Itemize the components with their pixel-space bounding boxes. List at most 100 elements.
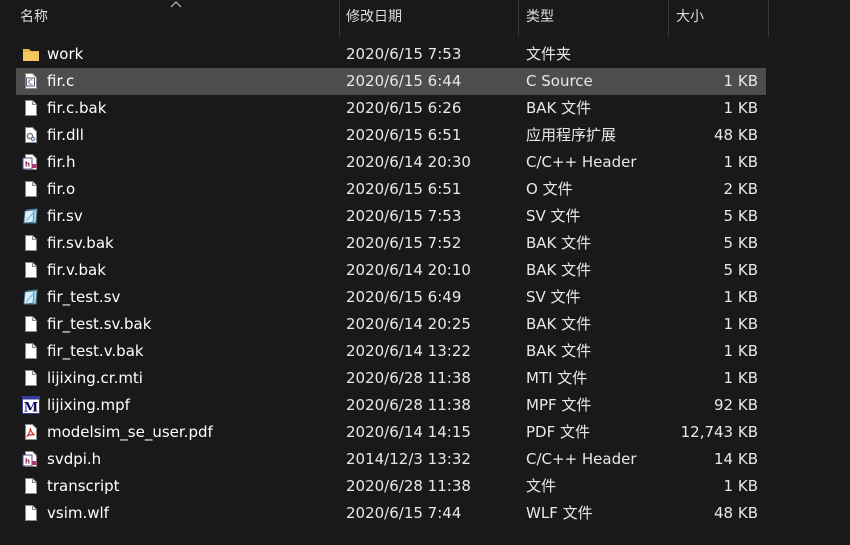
file-size: 1 KB [723, 72, 758, 90]
file-date-modified: 2020/6/14 20:10 [346, 261, 471, 279]
file-type: SV 文件 [526, 288, 581, 306]
file-size: 1 KB [723, 288, 758, 306]
file-name: fir.v.bak [47, 261, 106, 279]
modelsim-project-icon: M [22, 392, 40, 419]
file-row[interactable]: fir.dll 2020/6/15 6:51 应用程序扩展 48 KB [16, 122, 766, 149]
file-date-modified: 2020/6/28 11:38 [346, 369, 471, 387]
blank-file-icon [22, 230, 40, 257]
file-date-modified: 2020/6/14 20:25 [346, 315, 471, 333]
file-name: modelsim_se_user.pdf [47, 423, 213, 441]
file-name: fir.sv.bak [47, 234, 114, 252]
file-type: MPF 文件 [526, 396, 592, 414]
file-name: fir.sv [47, 207, 83, 225]
file-size: 1 KB [723, 477, 758, 495]
blank-file-icon [22, 338, 40, 365]
file-name: fir.c.bak [47, 99, 107, 117]
file-type: 文件 [526, 477, 557, 495]
file-row[interactable]: fir_test.v.bak 2020/6/14 13:22 BAK 文件 1 KB [16, 338, 766, 365]
file-list: work 2020/6/15 7:53 文件夹 Cfir.c 2020/6/15 6:4… [16, 41, 766, 527]
file-row[interactable]: fir.c.bak 2020/6/15 6:26 BAK 文件 1 KB [16, 95, 766, 122]
file-size: 48 KB [714, 126, 758, 144]
file-type: C Source [526, 72, 593, 90]
file-date-modified: 2020/6/14 13:22 [346, 342, 471, 360]
file-date-modified: 2020/6/14 14:15 [346, 423, 471, 441]
blank-file-icon [22, 95, 40, 122]
file-date-modified: 2020/6/15 7:44 [346, 504, 462, 522]
file-row[interactable]: fir.sv.bak 2020/6/15 7:52 BAK 文件 5 KB [16, 230, 766, 257]
file-type: MTI 文件 [526, 369, 588, 387]
file-row[interactable]: fir_test.sv 2020/6/15 6:49 SV 文件 1 KB [16, 284, 766, 311]
file-date-modified: 2020/6/15 6:51 [346, 180, 462, 198]
file-name: fir_test.v.bak [47, 342, 144, 360]
file-type: C/C++ Header [526, 450, 637, 468]
file-name: work [47, 45, 84, 63]
file-size: 1 KB [723, 153, 758, 171]
file-row[interactable]: Cfir.c 2020/6/15 6:44 C Source 1 KB [16, 68, 766, 95]
file-name: lijixing.mpf [47, 396, 130, 414]
sv-file-icon [22, 203, 40, 230]
file-row[interactable]: fir.sv 2020/6/15 7:53 SV 文件 5 KB [16, 203, 766, 230]
file-date-modified: 2020/6/15 7:52 [346, 234, 462, 252]
file-date-modified: 2020/6/28 11:38 [346, 396, 471, 414]
file-row[interactable]: fir_test.sv.bak 2020/6/14 20:25 BAK 文件 1 KB [16, 311, 766, 338]
blank-file-icon [22, 500, 40, 527]
file-type: BAK 文件 [526, 315, 592, 333]
file-row[interactable]: work 2020/6/15 7:53 文件夹 [16, 41, 766, 68]
column-header-type[interactable]: 类型 [520, 0, 668, 36]
file-name: fir_test.sv [47, 288, 121, 306]
file-name: vsim.wlf [47, 504, 109, 522]
file-date-modified: 2020/6/15 7:53 [346, 207, 462, 225]
file-size: 2 KB [723, 180, 758, 198]
blank-file-icon [22, 365, 40, 392]
file-row[interactable]: fir.o 2020/6/15 6:51 O 文件 2 KB [16, 176, 766, 203]
file-row[interactable]: fir.v.bak 2020/6/14 20:10 BAK 文件 5 KB [16, 257, 766, 284]
file-row[interactable]: h fir.h 2020/6/14 20:30 C/C++ Header 1 KB [16, 149, 766, 176]
file-size: 12,743 KB [680, 423, 758, 441]
column-divider[interactable] [518, 0, 519, 36]
svg-text:h: h [25, 161, 30, 169]
file-type: BAK 文件 [526, 99, 592, 117]
file-name: fir_test.sv.bak [47, 315, 152, 333]
file-type: 应用程序扩展 [526, 126, 617, 144]
header-file-icon: h [22, 446, 40, 473]
file-size: 1 KB [723, 315, 758, 333]
blank-file-icon [22, 473, 40, 500]
file-size: 5 KB [723, 234, 758, 252]
file-name: svdpi.h [47, 450, 102, 468]
file-row[interactable]: lijixing.cr.mti 2020/6/28 11:38 MTI 文件 1 KB [16, 365, 766, 392]
svg-text:h: h [25, 458, 30, 466]
file-size: 92 KB [714, 396, 758, 414]
column-divider[interactable] [768, 0, 769, 36]
file-row[interactable]: transcript 2020/6/28 11:38 文件 1 KB [16, 473, 766, 500]
file-row[interactable]: Mlijixing.mpf 2020/6/28 11:38 MPF 文件 92 KB [16, 392, 766, 419]
file-size: 1 KB [723, 99, 758, 117]
file-type: C/C++ Header [526, 153, 637, 171]
file-type: PDF 文件 [526, 423, 590, 441]
file-name: fir.o [47, 180, 76, 198]
file-type: BAK 文件 [526, 342, 592, 360]
file-type: BAK 文件 [526, 234, 592, 252]
file-date-modified: 2020/6/15 7:53 [346, 45, 462, 63]
column-header-date-modified[interactable]: 修改日期 [340, 0, 518, 36]
column-divider[interactable] [668, 0, 669, 36]
file-name: transcript [47, 477, 120, 495]
column-header-size[interactable]: 大小 [670, 0, 768, 36]
file-name: fir.h [47, 153, 76, 171]
blank-file-icon [22, 176, 40, 203]
column-header-name[interactable]: 名称 [14, 0, 339, 36]
file-row[interactable]: h svdpi.h 2014/12/3 13:32 C/C++ Header 14 KB [16, 446, 766, 473]
file-type: SV 文件 [526, 207, 581, 225]
file-date-modified: 2020/6/15 6:44 [346, 72, 462, 90]
sv-file-icon [22, 284, 40, 311]
file-row[interactable]: vsim.wlf 2020/6/15 7:44 WLF 文件 48 KB [16, 500, 766, 527]
file-type: O 文件 [526, 180, 573, 198]
file-type: BAK 文件 [526, 261, 592, 279]
file-size: 48 KB [714, 504, 758, 522]
blank-file-icon [22, 311, 40, 338]
header-file-icon: h [22, 149, 40, 176]
c-source-file-icon: C [22, 68, 40, 95]
file-row[interactable]: modelsim_se_user.pdf 2020/6/14 14:15 PDF 文… [16, 419, 766, 446]
pdf-file-icon [22, 419, 40, 446]
file-explorer: 名称 修改日期 类型 大小 work 2020/6/15 7:53 文件夹 Cfir.… [0, 0, 850, 545]
svg-text:C: C [28, 79, 33, 87]
